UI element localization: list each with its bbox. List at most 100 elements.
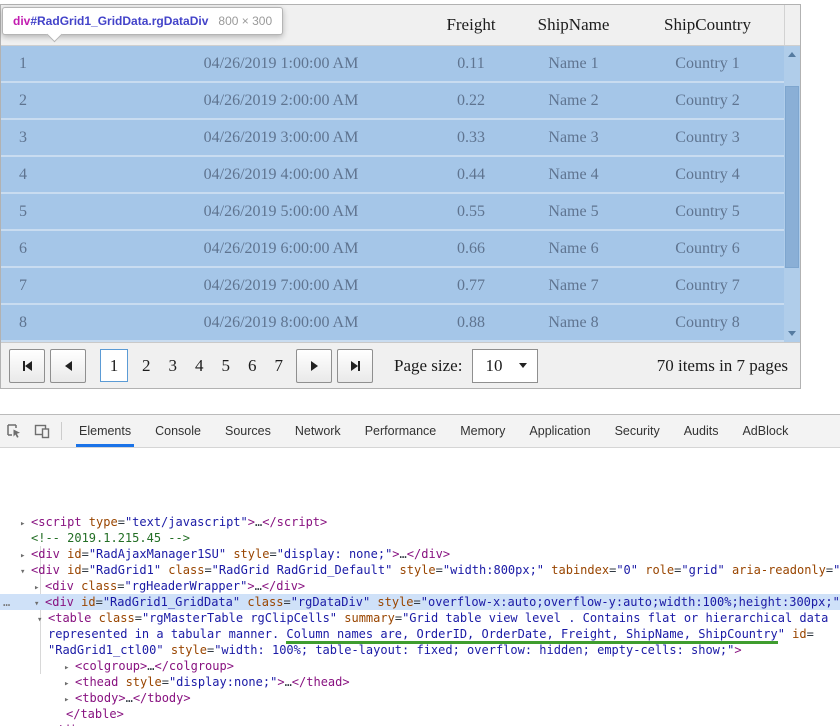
table-row[interactable]: 504/26/2019 5:00:00 AM0.55Name 5Country … — [1, 194, 800, 231]
code-token: id — [74, 595, 96, 609]
code-token: style — [392, 563, 435, 577]
cell-order_date: 04/26/2019 8:00:00 AM — [136, 314, 426, 332]
code-token: style — [118, 675, 161, 689]
dom-node[interactable]: ▸<div class="rgHeaderWrapper">…</div> — [0, 578, 840, 594]
code-token: <thead — [75, 675, 118, 689]
code-token: "text/javascript" — [125, 515, 248, 529]
code-token: "RadAjaxManager1SU" — [89, 547, 226, 561]
dom-node[interactable]: ▸<colgroup>…</colgroup> — [0, 658, 840, 674]
page-size-value: 10 — [473, 356, 502, 376]
dom-node[interactable]: ▸<script type="text/javascript">…</scrip… — [0, 514, 840, 530]
code-token: class — [91, 611, 134, 625]
header-cell-2[interactable]: Freight — [426, 5, 516, 45]
cell-order_id: 8 — [1, 314, 136, 332]
page-number-3[interactable]: 3 — [169, 356, 178, 376]
tab-network[interactable]: Network — [283, 415, 353, 447]
inspect-icon[interactable] — [0, 415, 28, 447]
cell-order_id: 4 — [1, 166, 136, 184]
code-token: </colgroup> — [154, 659, 233, 673]
code-token: </tbody> — [133, 691, 191, 705]
tab-elements[interactable]: Elements — [67, 415, 143, 447]
table-row[interactable]: 404/26/2019 4:00:00 AM0.44Name 4Country … — [1, 157, 800, 194]
code-token: = — [204, 563, 211, 577]
next-page-icon — [311, 361, 318, 371]
dom-node[interactable]: ▸<tbody>…</tbody> — [0, 690, 840, 706]
page-number-7[interactable]: 7 — [275, 356, 284, 376]
cell-order_date: 04/26/2019 1:00:00 AM — [136, 55, 426, 73]
grid-data-area: 104/26/2019 1:00:00 AM0.11Name 1Country … — [1, 46, 800, 342]
scroll-up-icon — [788, 52, 796, 57]
scroll-down-icon — [788, 331, 796, 336]
tab-sources[interactable]: Sources — [213, 415, 283, 447]
table-row[interactable]: 104/26/2019 1:00:00 AM0.11Name 1Country … — [1, 46, 800, 83]
code-token: = — [436, 563, 443, 577]
header-cell-3[interactable]: ShipName — [516, 5, 631, 45]
page-number-2[interactable]: 2 — [142, 356, 151, 376]
tooltip-tag-name: div — [13, 14, 30, 28]
next-page-button[interactable] — [296, 349, 332, 383]
page-number-5[interactable]: 5 — [222, 356, 231, 376]
tab-adblock[interactable]: AdBlock — [730, 415, 800, 447]
dom-node[interactable]: …▾<div id="RadGrid1_GridData" class="rgD… — [0, 594, 840, 610]
prev-page-button[interactable] — [50, 349, 86, 383]
table-row[interactable]: 304/26/2019 3:00:00 AM0.33Name 3Country … — [1, 120, 800, 157]
vertical-scrollbar[interactable] — [784, 46, 800, 342]
code-token: represented in a tabular manner. — [48, 627, 286, 641]
code-token: "display:none;" — [169, 675, 277, 689]
cell-order_date: 04/26/2019 5:00:00 AM — [136, 203, 426, 221]
code-token: = — [135, 611, 142, 625]
page-number-6[interactable]: 6 — [248, 356, 257, 376]
code-token: </table> — [66, 707, 124, 721]
code-token: type — [82, 515, 118, 529]
table-row[interactable]: 204/26/2019 2:00:00 AM0.22Name 2Country … — [1, 83, 800, 120]
scrollbar-down-button[interactable] — [784, 325, 800, 342]
tab-performance[interactable]: Performance — [353, 415, 449, 447]
code-token: = — [82, 563, 89, 577]
code-token: = — [162, 675, 169, 689]
dom-node[interactable]: </table> — [0, 706, 840, 722]
code-token: style — [370, 595, 413, 609]
scrollbar-thumb[interactable] — [785, 86, 799, 268]
code-token: </script> — [262, 515, 327, 529]
cell-freight: 0.77 — [426, 277, 516, 295]
code-token: > — [392, 547, 399, 561]
scrollbar-up-button[interactable] — [784, 46, 800, 63]
dom-node[interactable]: <!-- 2019.1.215.45 --> — [0, 530, 840, 546]
current-page-number[interactable]: 1 — [100, 349, 128, 382]
cell-ship_country: Country 3 — [631, 129, 784, 147]
cell-ship_name: Name 4 — [516, 166, 631, 184]
code-token: id — [60, 547, 82, 561]
tab-memory[interactable]: Memory — [448, 415, 517, 447]
device-toolbar-icon[interactable] — [28, 415, 56, 447]
code-token: class — [74, 579, 117, 593]
dom-node[interactable]: ▸<thead style="display:none;">…</thead> — [0, 674, 840, 690]
header-cell-4[interactable]: ShipCountry — [631, 5, 784, 45]
code-token: = — [118, 515, 125, 529]
code-token: style — [226, 547, 269, 561]
page-number-4[interactable]: 4 — [195, 356, 204, 376]
dom-node[interactable]: "RadGrid1_ctl00" style="width: 100%; tab… — [0, 642, 840, 658]
cell-ship_name: Name 5 — [516, 203, 631, 221]
cell-freight: 0.33 — [426, 129, 516, 147]
last-page-button[interactable] — [337, 349, 373, 383]
table-row[interactable]: 704/26/2019 7:00:00 AM0.77Name 7Country … — [1, 268, 800, 305]
cell-ship_country: Country 5 — [631, 203, 784, 221]
dom-node[interactable]: ▸<div id="RadAjaxManager1SU" style="disp… — [0, 546, 840, 562]
tab-console[interactable]: Console — [143, 415, 213, 447]
cell-ship_name: Name 3 — [516, 129, 631, 147]
tab-application[interactable]: Application — [517, 415, 602, 447]
inspect-tooltip: div#RadGrid1_GridData.rgDataDiv 800 × 30… — [2, 7, 283, 35]
page-size-dropdown[interactable]: 10 — [472, 349, 538, 383]
first-page-button[interactable] — [9, 349, 45, 383]
dom-node[interactable]: represented in a tabular manner. Column … — [0, 626, 840, 642]
tab-audits[interactable]: Audits — [672, 415, 731, 447]
table-row[interactable]: 604/26/2019 6:00:00 AM0.66Name 6Country … — [1, 231, 800, 268]
dom-node[interactable]: ▾<table class="rgMasterTable rgClipCells… — [0, 610, 840, 626]
code-token: " — [778, 627, 785, 641]
code-token: … — [126, 691, 133, 705]
table-row[interactable]: 804/26/2019 8:00:00 AM0.88Name 8Country … — [1, 305, 800, 342]
dom-node[interactable]: ▾<div id="RadGrid1" class="RadGrid RadGr… — [0, 562, 840, 578]
page-number-list: 1234567 — [95, 349, 292, 382]
code-token: class — [161, 563, 204, 577]
tab-security[interactable]: Security — [603, 415, 672, 447]
